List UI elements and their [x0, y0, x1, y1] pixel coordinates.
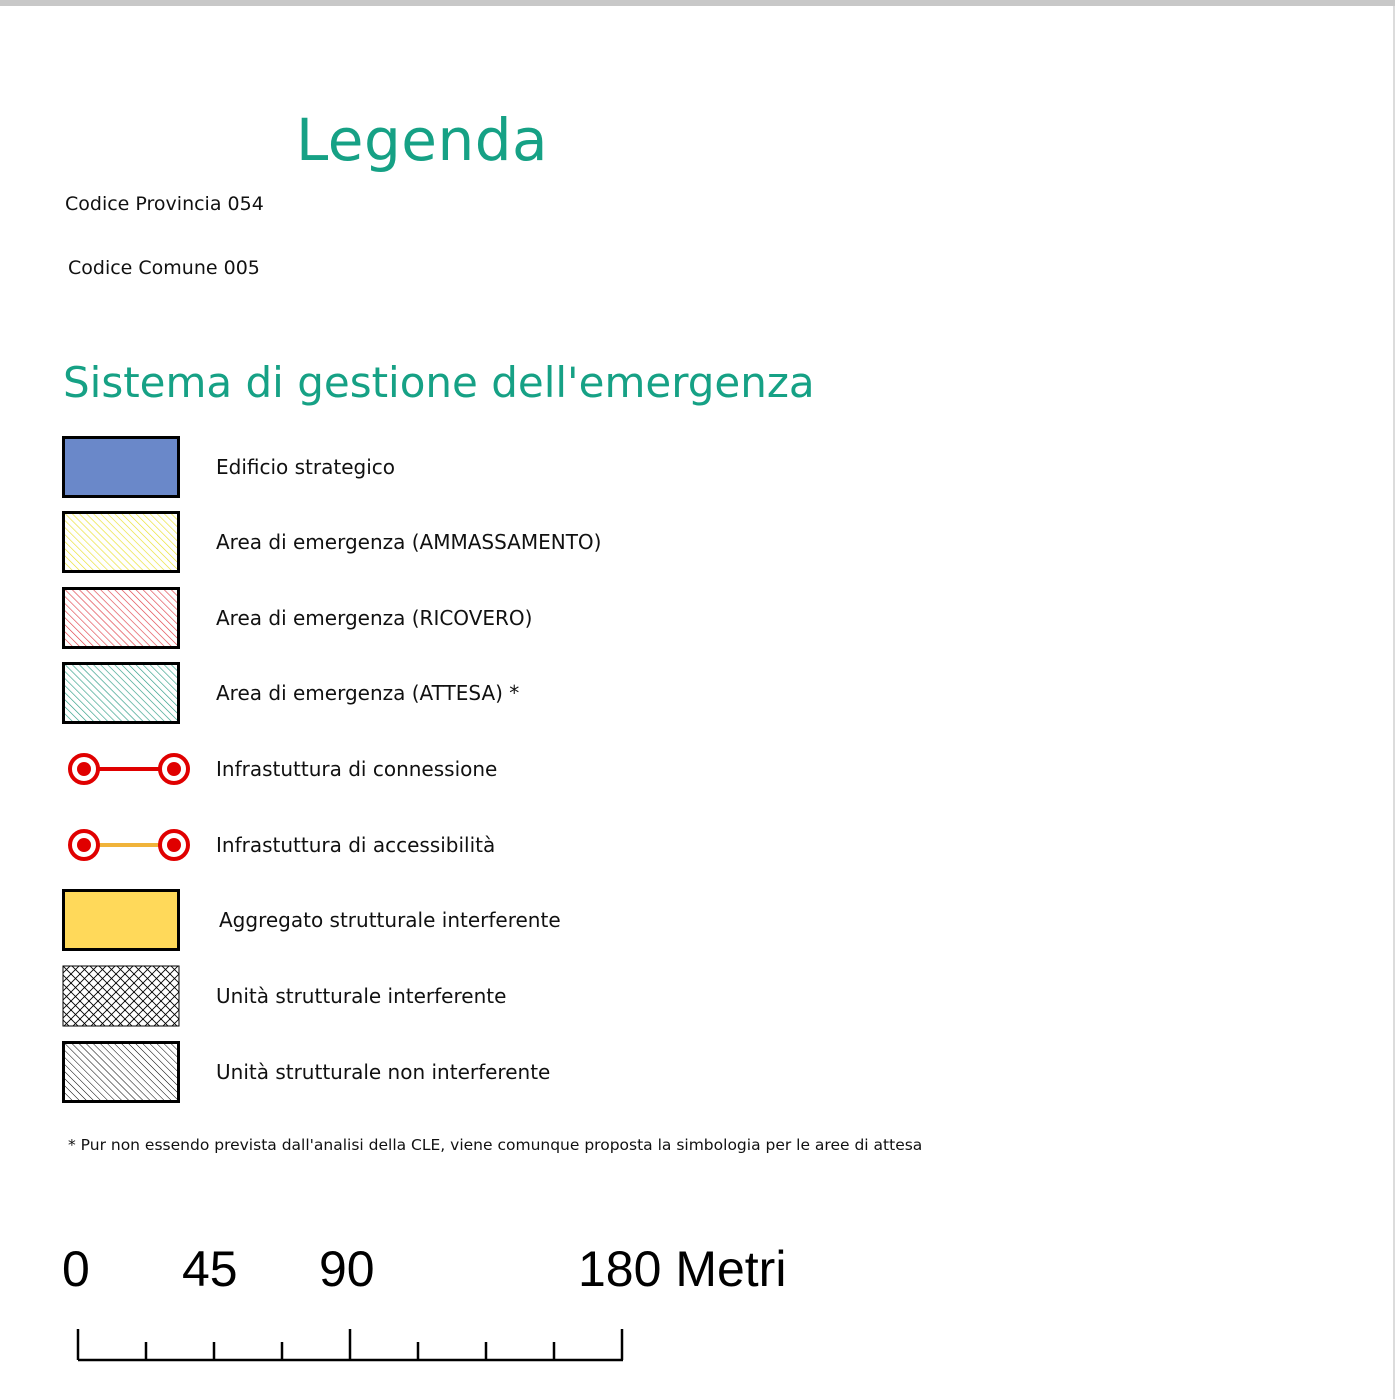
- legend-title: Legenda: [296, 106, 549, 174]
- red-line-nodes-icon: [62, 738, 190, 800]
- legend-item-accessibilita: Infrastuttura di accessibilità: [62, 814, 962, 876]
- legend-label: Aggregato strutturale interferente: [219, 908, 561, 932]
- legend-item-ricovero: Area di emergenza (RICOVERO): [62, 587, 962, 649]
- scale-label-0: 0: [62, 1241, 90, 1297]
- yellow-hatch-swatch-icon: [62, 511, 180, 573]
- top-border: [0, 0, 1395, 6]
- legend-label: Edificio strategico: [216, 455, 396, 479]
- legend-item-attesa: Area di emergenza (ATTESA) *: [62, 662, 962, 724]
- scale-bar: [76, 1329, 624, 1362]
- legend-item-edificio: Edificio strategico: [62, 436, 962, 498]
- legend-item-connessione: Infrastuttura di connessione: [62, 738, 962, 800]
- green-hatch-swatch-icon: [62, 662, 180, 724]
- blue-fill-swatch-icon: [62, 436, 180, 498]
- black-hatch-swatch-icon: [62, 1041, 180, 1103]
- legend-item-ammassamento: Area di emergenza (AMMASSAMENTO): [62, 511, 962, 573]
- comune-code: Codice Comune 005: [68, 257, 260, 279]
- legend-item-aggregato: Aggregato strutturale interferente: [62, 889, 962, 951]
- footnote: * Pur non essendo prevista dall'analisi …: [68, 1136, 923, 1154]
- yellow-fill-swatch-icon: [62, 889, 180, 951]
- legend-label: Area di emergenza (RICOVERO): [216, 606, 533, 630]
- legend-label: Area di emergenza (ATTESA) *: [216, 681, 520, 705]
- legend-label: Unità strutturale interferente: [216, 984, 507, 1008]
- legend-item-unita-interferente: Unità strutturale interferente: [62, 965, 962, 1027]
- red-hatch-swatch-icon: [62, 587, 180, 649]
- legend-label: Unità strutturale non interferente: [216, 1060, 551, 1084]
- legend-item-unita-non-interferente: Unità strutturale non interferente: [62, 1041, 962, 1103]
- orange-line-nodes-icon: [62, 814, 190, 876]
- section-title: Sistema di gestione dell'emergenza: [63, 358, 815, 407]
- black-crosshatch-swatch-icon: [62, 965, 180, 1027]
- legend-label: Infrastuttura di accessibilità: [216, 833, 496, 857]
- scale-label-180: 180 Metri: [578, 1241, 787, 1297]
- provincia-code: Codice Provincia 054: [65, 193, 264, 215]
- scale-label-90: 90: [319, 1241, 375, 1297]
- legend-label: Area di emergenza (AMMASSAMENTO): [216, 530, 602, 554]
- scale-label-45: 45: [182, 1241, 238, 1297]
- legend-label: Infrastuttura di connessione: [216, 757, 498, 781]
